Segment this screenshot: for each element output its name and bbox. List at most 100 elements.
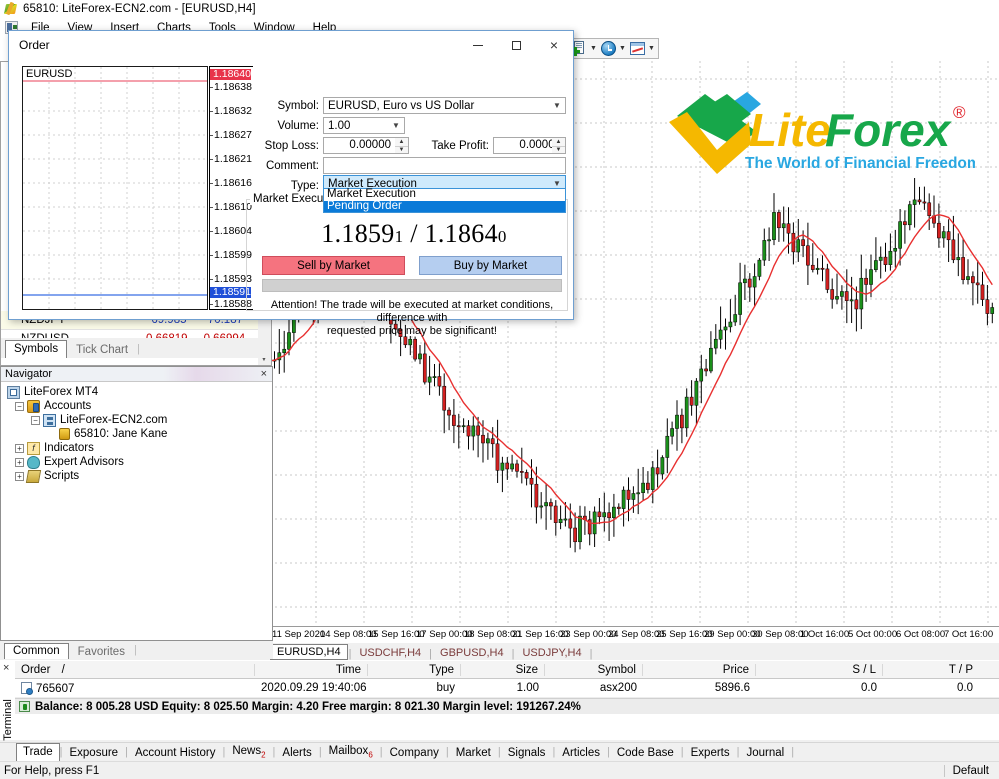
take-profit-stepper[interactable]: ▲ ▼ bbox=[552, 137, 566, 154]
expand-expander-icon[interactable]: + bbox=[15, 443, 24, 453]
collapse-expander-icon[interactable]: − bbox=[15, 401, 24, 411]
col-sl[interactable]: S / L bbox=[756, 663, 883, 676]
col-price[interactable]: Price bbox=[643, 663, 756, 676]
terminal-tab-trade[interactable]: Trade bbox=[16, 743, 60, 761]
bid-quote-main: 1.1859 bbox=[321, 219, 395, 248]
col-size[interactable]: Size bbox=[461, 663, 545, 676]
period-button[interactable] bbox=[598, 39, 618, 58]
attention-line-2: requested price may be significant! bbox=[327, 325, 497, 337]
comment-input[interactable] bbox=[323, 157, 566, 174]
terminal-tab-signals[interactable]: Signals bbox=[501, 745, 553, 761]
navigator-tree: LiteForex MT4 − Accounts − LiteForex-ECN… bbox=[1, 382, 272, 483]
nav-item-scripts[interactable]: + Scripts bbox=[15, 469, 272, 483]
terminal-label-text: Terminal bbox=[2, 699, 14, 741]
terminal-tab-alerts[interactable]: Alerts bbox=[275, 745, 318, 761]
close-button[interactable]: × bbox=[535, 31, 573, 59]
terminal-tab-market[interactable]: Market bbox=[449, 745, 498, 761]
quote-separator: / bbox=[410, 219, 418, 248]
col-type[interactable]: Type bbox=[368, 663, 461, 676]
expand-expander-icon[interactable]: + bbox=[15, 457, 24, 467]
nav-item-indicators[interactable]: + f Indicators bbox=[15, 441, 272, 455]
buy-by-market-button[interactable]: Buy by Market bbox=[419, 256, 562, 275]
terminal-tab-code-base[interactable]: Code Base bbox=[610, 745, 681, 761]
symbol-label: Symbol: bbox=[277, 100, 319, 112]
time-axis-label: 1 Oct 16:00 bbox=[800, 629, 850, 640]
terminal-tab-bar: Trade | Exposure | Account History | News2 | Ale… bbox=[0, 742, 999, 761]
terminal-tab-experts[interactable]: Experts bbox=[684, 745, 737, 761]
period-dropdown-arrow[interactable]: ▼ bbox=[618, 39, 627, 58]
chart-template-dropdown-arrow[interactable]: ▼ bbox=[647, 39, 656, 58]
chevron-down-icon[interactable]: ▼ bbox=[549, 179, 565, 188]
terminal-close-icon[interactable]: × bbox=[3, 662, 9, 674]
stepper-up-icon[interactable]: ▲ bbox=[552, 138, 565, 147]
tab-tick-chart[interactable]: Tick Chart bbox=[67, 342, 137, 358]
terminal-tab-label: Experts bbox=[690, 747, 730, 759]
order-dialog[interactable]: Order × EURUSD 1.18640 1.18638 1.18632 1… bbox=[8, 30, 574, 337]
chart-tab-usdjpy[interactable]: USDJPY,H4 bbox=[515, 646, 588, 660]
chevron-down-icon[interactable]: ▼ bbox=[549, 101, 565, 110]
col-symbol[interactable]: Symbol bbox=[545, 663, 643, 676]
close-icon[interactable]: × bbox=[261, 368, 267, 380]
nav-item-expert-advisors[interactable]: + Expert Advisors bbox=[15, 455, 272, 469]
nav-item-liteforex-mt4[interactable]: LiteForex MT4 bbox=[7, 385, 272, 399]
nav-item-label: LiteForex-ECN2.com bbox=[60, 414, 168, 426]
comment-label: Comment: bbox=[265, 160, 319, 172]
navigator-title: Navigator bbox=[5, 368, 53, 380]
terminal-tab-label: Account History bbox=[134, 747, 216, 759]
maximize-button[interactable] bbox=[497, 31, 535, 59]
type-option-market-execution[interactable]: Market Execution bbox=[324, 188, 565, 201]
terminal-tab-journal[interactable]: Journal bbox=[739, 745, 791, 761]
new-order-dropdown-arrow[interactable]: ▼ bbox=[589, 39, 598, 58]
logo-tagline: The World of Financial Freedom bbox=[745, 155, 975, 172]
tab-favorites[interactable]: Favorites bbox=[69, 645, 134, 659]
navigator-panel: Navigator × LiteForex MT4 − Accounts − L… bbox=[0, 366, 273, 641]
stepper-down-icon[interactable]: ▼ bbox=[552, 147, 565, 155]
symbol-select[interactable]: EURUSD, Euro vs US Dollar ▼ bbox=[323, 97, 566, 114]
scripts-icon bbox=[25, 469, 42, 483]
stepper-down-icon[interactable]: ▼ bbox=[395, 147, 408, 155]
collapse-expander-icon[interactable]: − bbox=[31, 415, 40, 425]
symbol-value: EURUSD, Euro vs US Dollar bbox=[328, 99, 475, 112]
nav-item-account-jane-kane[interactable]: 65810: Jane Kane bbox=[59, 427, 272, 441]
stepper-up-icon[interactable]: ▲ bbox=[395, 138, 408, 147]
type-dropdown-list[interactable]: Market Execution Pending Order bbox=[323, 188, 566, 213]
cell-type: buy bbox=[436, 682, 455, 694]
nav-item-server[interactable]: − LiteForex-ECN2.com bbox=[31, 413, 272, 427]
terminal-tab-company[interactable]: Company bbox=[383, 745, 446, 761]
cell-symbol: asx200 bbox=[599, 682, 637, 694]
terminal-tab-label: Code Base bbox=[616, 747, 674, 759]
type-option-pending-order[interactable]: Pending Order bbox=[324, 200, 565, 212]
nav-item-accounts[interactable]: − Accounts bbox=[15, 399, 272, 413]
chart-template-button[interactable] bbox=[627, 39, 647, 58]
chart-tab-gbpusd[interactable]: GBPUSD,H4 bbox=[433, 646, 511, 660]
tab-symbols[interactable]: Symbols bbox=[5, 340, 68, 358]
stop-loss-input[interactable]: 0.00000 bbox=[323, 137, 396, 154]
minimize-button[interactable] bbox=[459, 31, 497, 59]
stop-loss-stepper[interactable]: ▲ ▼ bbox=[395, 137, 409, 154]
col-order[interactable]: Order / bbox=[15, 663, 255, 676]
attention-line-1: Attention! The trade will be executed at… bbox=[270, 299, 554, 324]
table-row[interactable]: 765607 2020.09.29 19:40:06 buy 1.00 asx2… bbox=[15, 679, 999, 698]
col-tp[interactable]: T / P bbox=[883, 664, 979, 676]
tab-common[interactable]: Common bbox=[4, 643, 69, 659]
cell-time: 2020.09.29 19:40:06 bbox=[261, 682, 367, 694]
scale-tick: 1.18638 bbox=[210, 81, 254, 93]
col-time[interactable]: Time bbox=[255, 663, 368, 676]
volume-select[interactable]: 1.00 ▼ bbox=[323, 117, 405, 134]
expand-expander-icon[interactable]: + bbox=[15, 471, 24, 481]
chevron-down-icon[interactable]: ▼ bbox=[388, 121, 404, 130]
terminal-tab-news[interactable]: News2 bbox=[225, 743, 272, 761]
terminal-tab-exposure[interactable]: Exposure bbox=[62, 745, 125, 761]
terminal-tab-account-history[interactable]: Account History bbox=[128, 745, 223, 761]
server-icon bbox=[43, 413, 56, 427]
balance-icon bbox=[19, 701, 30, 712]
tab-separator: | bbox=[137, 343, 140, 355]
chart-tab-eurusd[interactable]: EURUSD,H4 bbox=[270, 644, 348, 660]
chart-tab-usdchf[interactable]: USDCHF,H4 bbox=[352, 646, 428, 660]
current-quote: 1.18591 / 1.18640 bbox=[264, 219, 564, 249]
terminal-tab-label: Articles bbox=[562, 747, 600, 759]
tab-separator: | bbox=[791, 746, 795, 758]
terminal-tab-mailbox[interactable]: Mailbox6 bbox=[322, 743, 380, 761]
terminal-tab-articles[interactable]: Articles bbox=[555, 745, 607, 761]
sell-by-market-button[interactable]: Sell by Market bbox=[262, 256, 405, 275]
